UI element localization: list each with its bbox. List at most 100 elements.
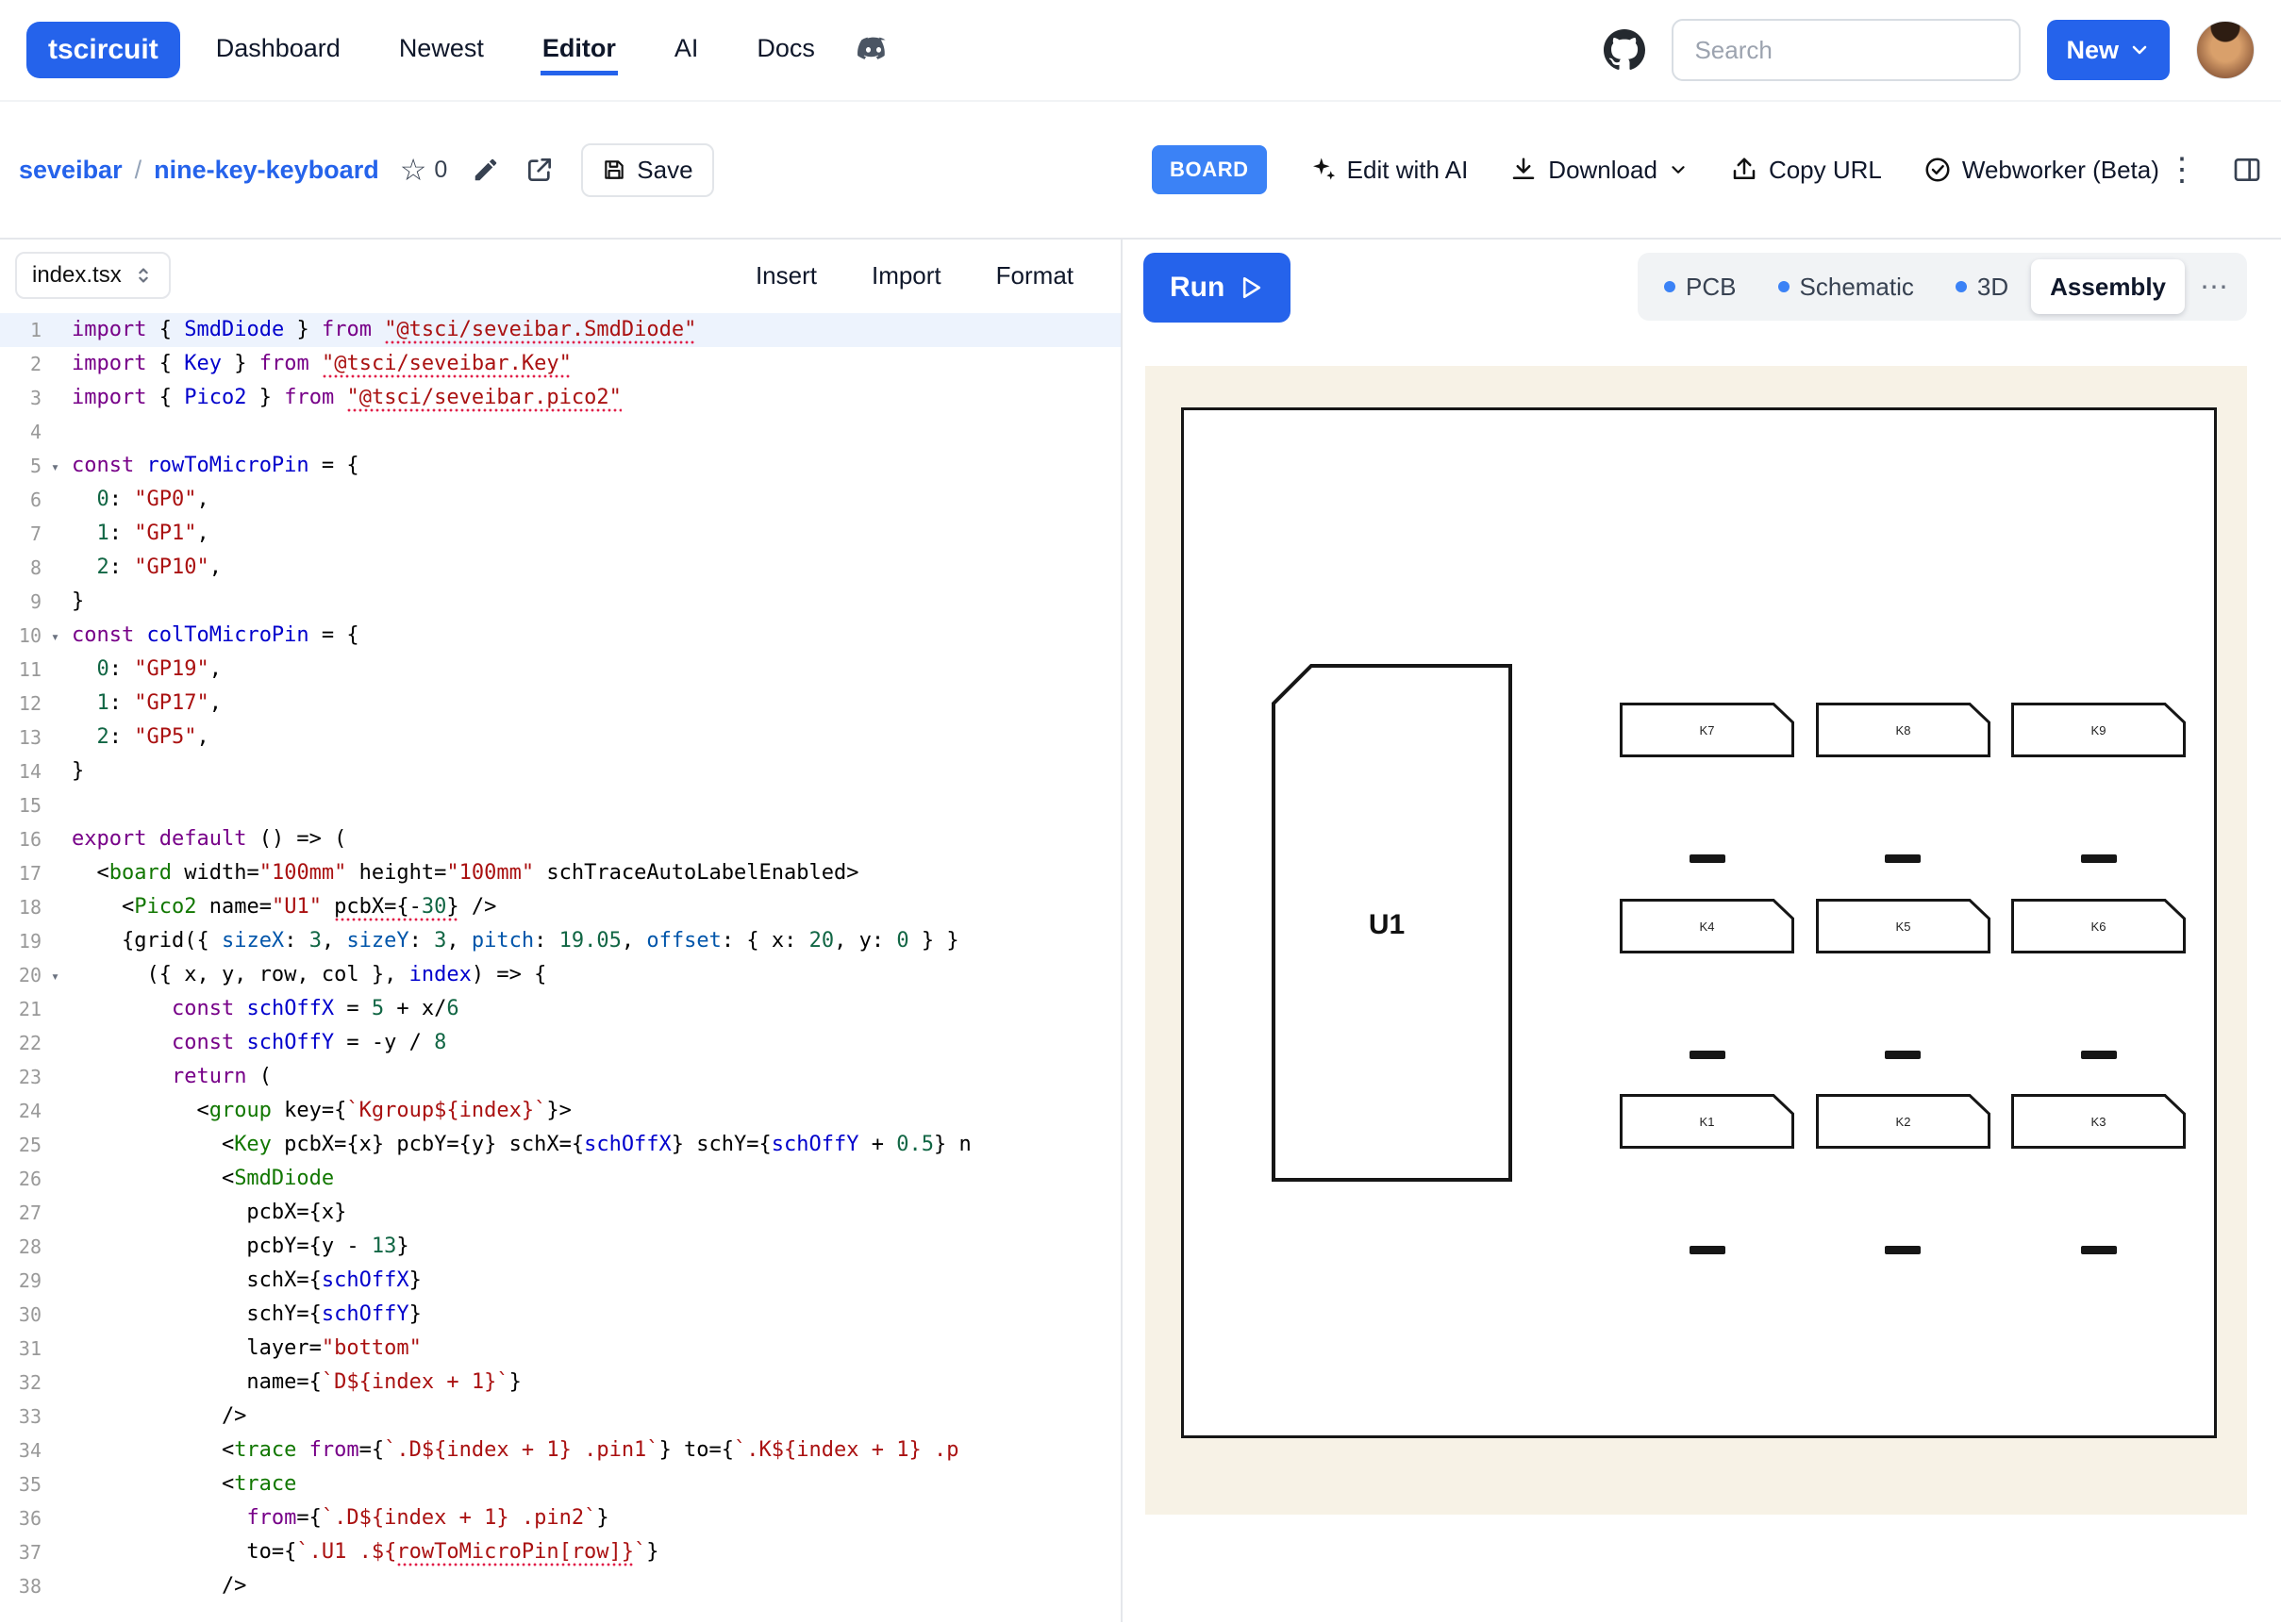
panel-toggle-icon[interactable] — [2232, 155, 2262, 185]
line-number: 34 — [0, 1433, 58, 1467]
assembly-key-k3[interactable]: K3 — [2011, 1094, 2186, 1149]
code-line-4[interactable]: 4 — [0, 415, 1121, 449]
editor-menu-format[interactable]: Format — [996, 261, 1074, 290]
assembly-key-k1[interactable]: K1 — [1620, 1094, 1794, 1149]
save-button[interactable]: Save — [581, 143, 713, 197]
search-input[interactable] — [1672, 19, 2021, 81]
code-line-16[interactable]: 16export default () => ( — [0, 822, 1121, 856]
fold-chevron-icon[interactable]: ▾ — [51, 620, 59, 654]
assembly-diode[interactable] — [1690, 1246, 1725, 1254]
assembly-key-k5[interactable]: K5 — [1816, 899, 1990, 953]
code-line-23[interactable]: 23 return ( — [0, 1060, 1121, 1094]
copy-url-button[interactable]: Copy URL — [1730, 156, 1882, 185]
code-line-28[interactable]: 28 pcbY={y - 13} — [0, 1230, 1121, 1264]
code-line-26[interactable]: 26 <SmdDiode — [0, 1162, 1121, 1196]
code-line-10[interactable]: 10▾const colToMicroPin = { — [0, 619, 1121, 653]
assembly-diode[interactable] — [2081, 1246, 2117, 1254]
edit-with-ai-button[interactable]: Edit with AI — [1308, 156, 1469, 185]
view-tab-assembly[interactable]: Assembly — [2031, 259, 2185, 314]
code-line-15[interactable]: 15 — [0, 788, 1121, 822]
assembly-diode[interactable] — [2081, 854, 2117, 863]
assembly-diode[interactable] — [1885, 854, 1921, 863]
code-line-11[interactable]: 11 0: "GP19", — [0, 653, 1121, 687]
code-line-13[interactable]: 13 2: "GP5", — [0, 721, 1121, 754]
code-line-37[interactable]: 37 to={`.U1 .${rowToMicroPin[row]}`} — [0, 1535, 1121, 1569]
nav-item-dashboard[interactable]: Dashboard — [214, 25, 342, 75]
code-line-32[interactable]: 32 name={`D${index + 1}`} — [0, 1366, 1121, 1400]
code-line-2[interactable]: 2import { Key } from "@tsci/seveibar.Key… — [0, 347, 1121, 381]
fold-chevron-icon[interactable]: ▾ — [51, 450, 59, 484]
view-tab-3d[interactable]: 3D — [1937, 259, 2027, 314]
code-editor[interactable]: 1import { SmdDiode } from "@tsci/seveiba… — [0, 307, 1121, 1622]
code-line-36[interactable]: 36 from={`.D${index + 1} .pin2`} — [0, 1501, 1121, 1535]
code-line-12[interactable]: 12 1: "GP17", — [0, 687, 1121, 721]
code-line-14[interactable]: 14} — [0, 754, 1121, 788]
view-tab-pcb[interactable]: PCB — [1645, 259, 1755, 314]
run-button[interactable]: Run — [1143, 253, 1290, 323]
line-number: 20▾ — [0, 958, 58, 992]
code-line-7[interactable]: 7 1: "GP1", — [0, 517, 1121, 551]
assembly-diode[interactable] — [1885, 1246, 1921, 1254]
tscircuit-logo[interactable]: tscircuit — [26, 22, 180, 78]
assembly-key-k9[interactable]: K9 — [2011, 703, 2186, 757]
fold-chevron-icon[interactable]: ▾ — [51, 959, 59, 993]
assembly-key-k2[interactable]: K2 — [1816, 1094, 1990, 1149]
download-button[interactable]: Download — [1509, 156, 1689, 185]
code-line-20[interactable]: 20▾ ({ x, y, row, col }, index) => { — [0, 958, 1121, 992]
code-line-33[interactable]: 33 /> — [0, 1400, 1121, 1433]
code-line-29[interactable]: 29 schX={schOffX} — [0, 1264, 1121, 1298]
code-line-17[interactable]: 17 <board width="100mm" height="100mm" s… — [0, 856, 1121, 890]
code-line-34[interactable]: 34 <trace from={`.D${index + 1} .pin1`} … — [0, 1433, 1121, 1467]
nav-item-newest[interactable]: Newest — [397, 25, 486, 75]
assembly-diode[interactable] — [1885, 1051, 1921, 1059]
editor-menu-insert[interactable]: Insert — [756, 261, 817, 290]
edit-pencil-icon[interactable] — [472, 156, 500, 184]
file-tab-selector[interactable]: index.tsx — [15, 252, 171, 299]
code-line-6[interactable]: 6 0: "GP0", — [0, 483, 1121, 517]
view-tabs-more-icon[interactable]: ⋯ — [2189, 271, 2239, 304]
nav-item-ai[interactable]: AI — [673, 25, 701, 75]
assembly-chip-u1[interactable]: U1 — [1272, 664, 1512, 1182]
breadcrumb-user[interactable]: seveibar — [19, 156, 123, 185]
code-line-8[interactable]: 8 2: "GP10", — [0, 551, 1121, 585]
play-icon — [1240, 275, 1264, 300]
code-line-19[interactable]: 19 {grid({ sizeX: 3, sizeY: 3, pitch: 19… — [0, 924, 1121, 958]
code-line-22[interactable]: 22 const schOffY = -y / 8 — [0, 1026, 1121, 1060]
view-tab-schematic[interactable]: Schematic — [1759, 259, 1933, 314]
share-external-icon[interactable] — [524, 155, 555, 185]
code-line-5[interactable]: 5▾const rowToMicroPin = { — [0, 449, 1121, 483]
code-line-9[interactable]: 9} — [0, 585, 1121, 619]
assembly-key-k4[interactable]: K4 — [1620, 899, 1794, 953]
code-line-3[interactable]: 3import { Pico2 } from "@tsci/seveibar.p… — [0, 381, 1121, 415]
line-number: 13 — [0, 721, 58, 754]
code-line-25[interactable]: 25 <Key pcbX={x} pcbY={y} schX={schOffX}… — [0, 1128, 1121, 1162]
code-line-31[interactable]: 31 layer="bottom" — [0, 1332, 1121, 1366]
assembly-diode[interactable] — [2081, 1051, 2117, 1059]
breadcrumb-project[interactable]: nine-key-keyboard — [154, 156, 379, 185]
assembly-key-k6[interactable]: K6 — [2011, 899, 2186, 953]
code-line-21[interactable]: 21 const schOffX = 5 + x/6 — [0, 992, 1121, 1026]
code-line-24[interactable]: 24 <group key={`Kgroup${index}`}> — [0, 1094, 1121, 1128]
code-line-30[interactable]: 30 schY={schOffY} — [0, 1298, 1121, 1332]
assembly-key-k8[interactable]: K8 — [1816, 703, 1990, 757]
github-icon[interactable] — [1604, 29, 1645, 71]
editor-menu-import[interactable]: Import — [872, 261, 941, 290]
new-button[interactable]: New — [2047, 20, 2170, 80]
code-line-27[interactable]: 27 pcbX={x} — [0, 1196, 1121, 1230]
code-line-38[interactable]: 38 /> — [0, 1569, 1121, 1603]
assembly-diode[interactable] — [1690, 854, 1725, 863]
nav-item-editor[interactable]: Editor — [541, 25, 618, 75]
assembly-canvas[interactable]: U1 K7 K8 K9 K4 K5 K6 K1 K2 K3 — [1145, 366, 2247, 1515]
code-line-35[interactable]: 35 <trace — [0, 1467, 1121, 1501]
nav-item-docs[interactable]: Docs — [755, 25, 817, 75]
avatar[interactable] — [2196, 21, 2255, 79]
kebab-menu-icon[interactable]: ⋮ — [2166, 154, 2198, 186]
assembly-key-k7[interactable]: K7 — [1620, 703, 1794, 757]
assembly-diode[interactable] — [1690, 1051, 1725, 1059]
code-line-18[interactable]: 18 <Pico2 name="U1" pcbX={-30} /> — [0, 890, 1121, 924]
board-badge[interactable]: BOARD — [1152, 145, 1267, 194]
star-icon[interactable]: ☆ — [400, 152, 427, 188]
code-line-1[interactable]: 1import { SmdDiode } from "@tsci/seveiba… — [0, 313, 1121, 347]
webworker-toggle[interactable]: Webworker (Beta) — [1923, 156, 2159, 185]
discord-icon[interactable] — [855, 31, 892, 69]
